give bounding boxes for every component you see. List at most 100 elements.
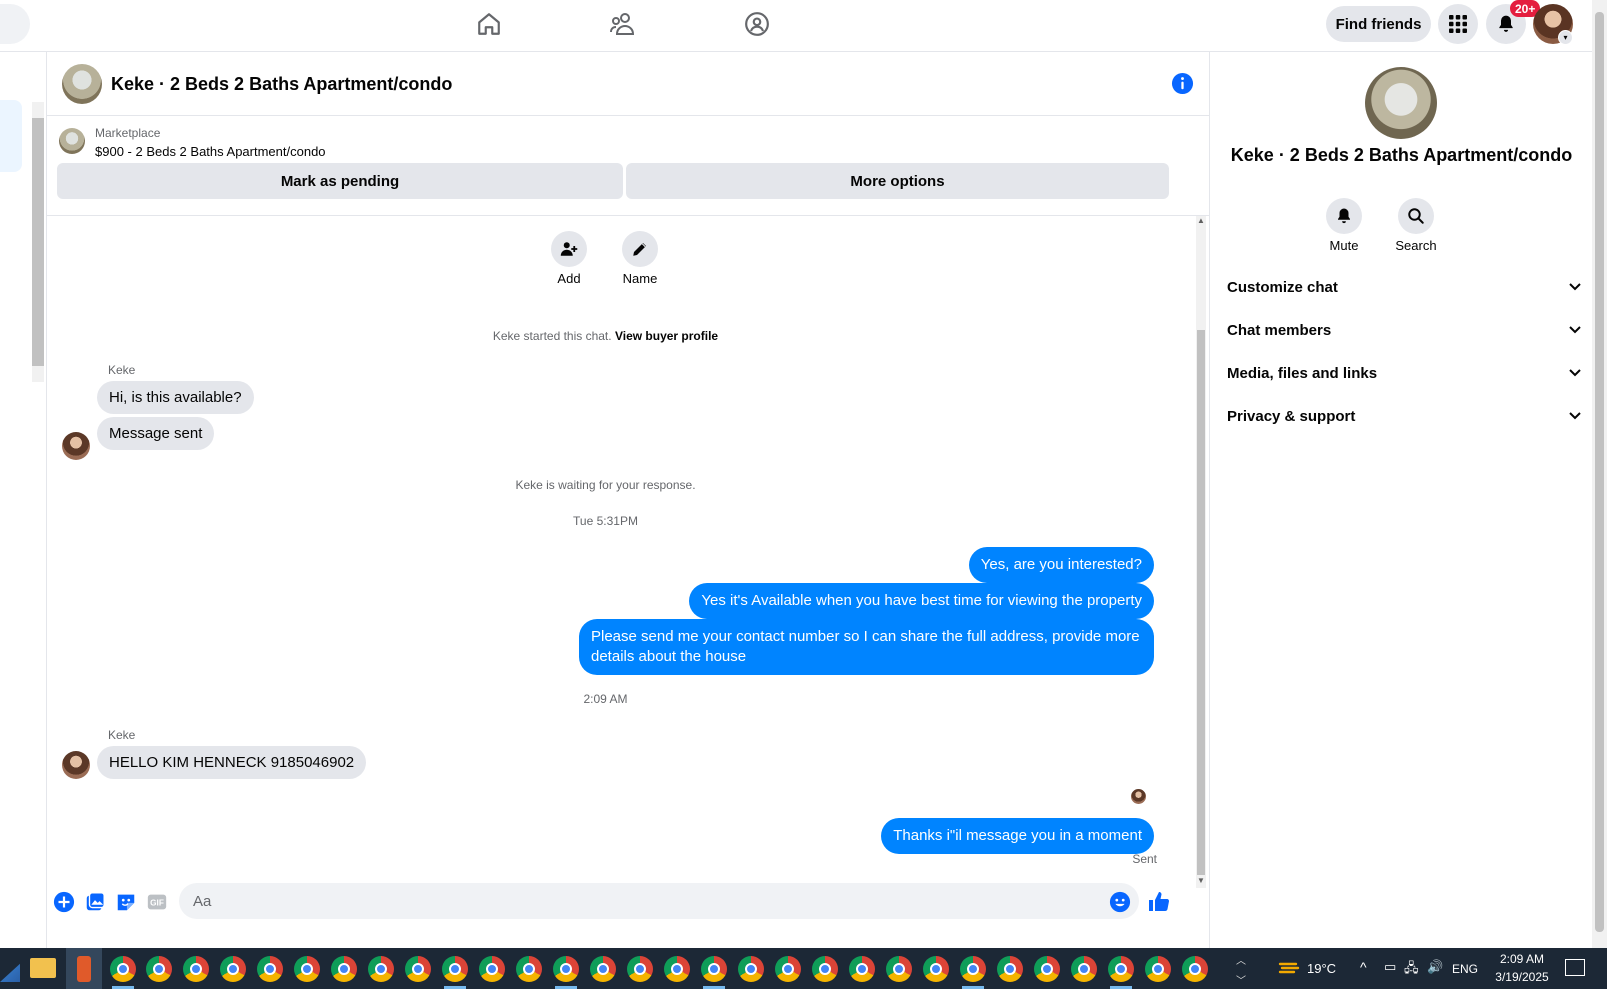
sender-avatar[interactable] [62, 432, 90, 460]
outgoing-message[interactable]: Yes it's Available when you have best ti… [689, 583, 1154, 619]
scroll-up-arrow[interactable]: ▲ [1197, 216, 1205, 225]
gif-icon[interactable]: GIF [145, 890, 169, 914]
chrome-icon[interactable] [960, 956, 986, 982]
app-icon[interactable] [0, 963, 20, 982]
chat-title[interactable]: Keke · 2 Beds 2 Baths Apartment/condo [111, 74, 452, 95]
chrome-icon[interactable] [220, 956, 246, 982]
chrome-icon[interactable] [590, 956, 616, 982]
message-scroll-thumb[interactable] [1197, 330, 1205, 875]
chevron-down-icon[interactable]: ▾ [1558, 30, 1573, 45]
chrome-icon[interactable] [1034, 956, 1060, 982]
chrome-icon[interactable] [1145, 956, 1171, 982]
meet-now-icon[interactable]: ▭ [1384, 959, 1396, 975]
chrome-icon[interactable] [1071, 956, 1097, 982]
chrome-icon[interactable] [812, 956, 838, 982]
chrome-icon[interactable] [738, 956, 764, 982]
chat-avatar[interactable] [62, 64, 102, 104]
chevron-down-icon [1569, 326, 1581, 334]
listing-price-title[interactable]: $900 - 2 Beds 2 Baths Apartment/condo [95, 144, 326, 159]
chrome-icon[interactable] [405, 956, 431, 982]
chrome-icon[interactable] [664, 956, 690, 982]
outgoing-message[interactable]: Yes, are you interested? [968, 547, 1154, 583]
outgoing-message[interactable]: Please send me your contact number so I … [579, 619, 1154, 675]
page-scroll-thumb[interactable] [1595, 12, 1604, 932]
section-chat-members[interactable]: Chat members [1227, 312, 1582, 348]
search-stub[interactable] [0, 4, 30, 44]
incoming-message[interactable]: Hi, is this available? [97, 381, 254, 414]
chrome-icon[interactable] [627, 956, 653, 982]
sticker-icon[interactable] [114, 890, 138, 914]
view-buyer-profile-link[interactable]: View buyer profile [615, 329, 718, 343]
network-icon[interactable]: 🖧 [1404, 959, 1419, 981]
emoji-icon[interactable] [1108, 890, 1132, 914]
volume-icon[interactable]: 🔊 [1427, 959, 1443, 975]
conversation-avatar[interactable] [1365, 67, 1437, 139]
photo-icon[interactable] [83, 890, 107, 914]
outgoing-message[interactable]: Thanks i"il message you in a moment [881, 818, 1154, 854]
conversation-title: Keke · 2 Beds 2 Baths Apartment/condo [1230, 145, 1573, 165]
selected-chat-highlight[interactable] [0, 100, 22, 172]
listing-thumbnail[interactable] [59, 128, 85, 154]
add-person-icon[interactable] [551, 231, 587, 267]
chrome-icon[interactable] [110, 956, 136, 982]
like-icon[interactable] [1147, 890, 1171, 914]
language-indicator[interactable]: ENG [1452, 962, 1478, 976]
weather-icon[interactable] [1278, 959, 1300, 977]
chrome-icon[interactable] [1182, 956, 1208, 982]
chrome-icon[interactable] [886, 956, 912, 982]
section-label: Privacy & support [1227, 407, 1356, 425]
message-input[interactable] [179, 883, 1139, 919]
chrome-icon[interactable] [479, 956, 505, 982]
chrome-icon[interactable] [257, 956, 283, 982]
chrome-icon[interactable] [368, 956, 394, 982]
groups-icon[interactable] [737, 6, 777, 42]
section-media-files-links[interactable]: Media, files and links [1227, 355, 1582, 391]
chrome-icon[interactable] [553, 956, 579, 982]
chrome-icon[interactable] [331, 956, 357, 982]
incoming-message[interactable]: Message sent [97, 417, 215, 450]
notification-center-icon[interactable] [1565, 959, 1585, 976]
app-icon[interactable] [77, 956, 91, 982]
chrome-icon[interactable] [775, 956, 801, 982]
chevron-down-icon [1569, 369, 1581, 377]
chrome-icon[interactable] [442, 956, 468, 982]
chrome-icon[interactable] [1108, 956, 1134, 982]
chrome-icon[interactable] [146, 956, 172, 982]
chevron-up-icon[interactable]: ︿ [1236, 952, 1246, 967]
mark-as-pending-button[interactable]: Mark as pending [57, 163, 623, 199]
chrome-icon[interactable] [849, 956, 875, 982]
top-navigation-bar: Find friends 20+ ▾ [0, 0, 1592, 52]
find-friends-button[interactable]: Find friends [1326, 6, 1431, 42]
section-customize-chat[interactable]: Customize chat [1227, 269, 1582, 305]
chrome-icon[interactable] [701, 956, 727, 982]
chrome-icon[interactable] [294, 956, 320, 982]
home-icon[interactable] [469, 6, 509, 42]
incoming-message[interactable]: HELLO KIM HENNECK 9185046902 [97, 746, 367, 779]
chrome-icon[interactable] [516, 956, 542, 982]
friends-icon[interactable] [603, 6, 643, 42]
temperature[interactable]: 19°C [1307, 961, 1336, 976]
pencil-icon[interactable] [622, 231, 658, 267]
chevron-down-icon [1569, 412, 1581, 420]
chrome-icon[interactable] [183, 956, 209, 982]
file-explorer-icon[interactable] [30, 958, 56, 978]
chat-list-scroll-thumb[interactable] [32, 118, 44, 366]
search-button[interactable]: Search [1381, 198, 1451, 253]
sender-avatar[interactable] [62, 751, 90, 779]
chevron-up-icon[interactable]: ^ [1360, 959, 1367, 975]
grid-menu-icon[interactable] [1438, 4, 1478, 44]
more-options-button[interactable]: More options [626, 163, 1169, 199]
bell-icon [1326, 198, 1362, 234]
section-privacy-support[interactable]: Privacy & support [1227, 398, 1582, 434]
chat-started-text: Keke started this chat. [492, 329, 612, 343]
mute-button[interactable]: Mute [1309, 198, 1379, 253]
chevron-down-icon[interactable]: ﹀ [1236, 972, 1246, 987]
chrome-icon[interactable] [997, 956, 1023, 982]
scroll-down-arrow[interactable]: ▼ [1197, 876, 1205, 885]
windows-taskbar: ︿ ﹀ 19°C ^ ▭ 🖧 🔊 ENG 2:09 AM 3/19/2025 [0, 948, 1607, 989]
chrome-icon[interactable] [923, 956, 949, 982]
info-icon[interactable] [1171, 72, 1194, 95]
clock-time[interactable]: 2:09 AM [1490, 952, 1554, 966]
clock-date[interactable]: 3/19/2025 [1490, 970, 1554, 984]
plus-icon[interactable] [52, 890, 76, 914]
